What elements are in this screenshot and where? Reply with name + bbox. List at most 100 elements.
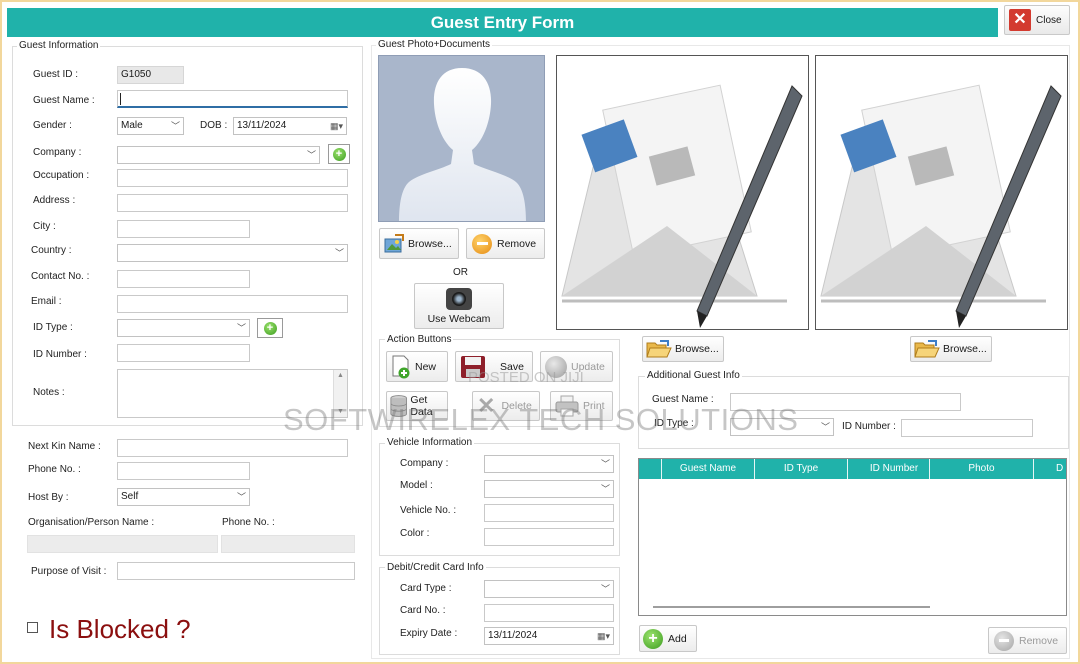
expiry-label: Expiry Date :: [400, 628, 458, 639]
chevron-down-icon: ﹀: [600, 459, 610, 469]
city-label: City :: [33, 221, 56, 232]
photo-remove-button[interactable]: Remove: [466, 228, 545, 259]
kin-phone-label: Phone No. :: [28, 464, 81, 475]
envelope-pen-icon: [820, 84, 1062, 328]
card-type-select[interactable]: ﹀: [484, 580, 614, 598]
scroll-up-icon[interactable]: ▲: [337, 372, 344, 379]
close-label: Close: [1036, 14, 1062, 26]
remove-icon: [994, 630, 1014, 651]
gender-select[interactable]: Male ﹀: [117, 117, 184, 135]
vehicle-model-label: Model :: [400, 480, 433, 491]
org-name-field: [27, 535, 218, 553]
org-phone-field: [221, 535, 355, 553]
id-number-input[interactable]: [117, 344, 250, 362]
calendar-dropdown-icon[interactable]: ▦▾: [597, 628, 610, 644]
add-icon: +: [643, 628, 663, 649]
address-input[interactable]: [117, 194, 348, 212]
card-no-input[interactable]: [484, 604, 614, 622]
additional-id-number-input[interactable]: [901, 419, 1033, 437]
card-no-label: Card No. :: [400, 605, 446, 616]
notes-label: Notes :: [33, 387, 65, 398]
vehicle-model-select[interactable]: ﹀: [484, 480, 614, 498]
chevron-down-icon: ﹀: [600, 584, 610, 594]
new-document-icon: [392, 355, 410, 378]
occupation-input[interactable]: [117, 169, 348, 187]
vehicle-company-select[interactable]: ﹀: [484, 455, 614, 473]
document-image-1: [556, 55, 809, 330]
vehicle-color-input[interactable]: [484, 528, 614, 546]
email-label: Email :: [31, 296, 62, 307]
calendar-dropdown-icon[interactable]: ▦▾: [330, 118, 343, 134]
expiry-value: 13/11/2024: [488, 630, 538, 641]
id-type-select[interactable]: ﹀: [117, 319, 250, 337]
chevron-down-icon: ﹀: [236, 492, 246, 502]
card-info-title: Debit/Credit Card Info: [385, 562, 486, 573]
chevron-down-icon: ﹀: [170, 121, 180, 131]
vehicle-color-label: Color :: [400, 528, 430, 539]
remove-guest-label: Remove: [1019, 634, 1059, 647]
column-header-id-type[interactable]: ID Type: [754, 459, 847, 479]
column-header-id-number[interactable]: ID Number: [847, 459, 940, 479]
expiry-datepicker[interactable]: 13/11/2024 ▦▾: [484, 627, 614, 645]
card-type-label: Card Type :: [400, 583, 452, 594]
document-1-browse-button[interactable]: Browse...: [642, 336, 724, 362]
org-label: Organisation/Person Name :: [28, 517, 155, 528]
use-webcam-button[interactable]: Use Webcam: [414, 283, 504, 329]
document-1-browse-label: Browse...: [675, 343, 719, 355]
add-id-type-button[interactable]: +: [257, 318, 283, 338]
purpose-label: Purpose of Visit :: [31, 566, 107, 577]
close-icon: ✕: [1009, 9, 1031, 31]
add-icon: +: [263, 321, 277, 335]
remove-icon: [472, 233, 492, 254]
chevron-down-icon: ﹀: [600, 484, 610, 494]
company-select[interactable]: ﹀: [117, 146, 320, 164]
blocked-checkbox[interactable]: [27, 622, 38, 633]
dob-label: DOB :: [200, 120, 228, 131]
envelope-pen-icon: [561, 84, 803, 328]
column-header-photo[interactable]: Photo: [929, 459, 1033, 479]
guest-name-input[interactable]: [117, 90, 348, 108]
new-button[interactable]: New: [386, 351, 448, 382]
add-guest-button[interactable]: + Add: [639, 625, 697, 652]
person-silhouette-icon: [399, 68, 526, 221]
vehicle-no-input[interactable]: [484, 504, 614, 522]
add-icon: +: [332, 147, 346, 161]
dob-datepicker[interactable]: 13/11/2024 ▦▾: [233, 117, 347, 135]
add-guest-label: Add: [668, 632, 687, 645]
contact-input[interactable]: [117, 270, 250, 288]
org-phone-label: Phone No. :: [222, 517, 275, 528]
window-title: Guest Entry Form: [7, 8, 998, 37]
column-header-d[interactable]: D: [1033, 459, 1066, 479]
city-input[interactable]: [117, 220, 250, 238]
blocked-label: Is Blocked ?: [49, 614, 191, 644]
email-input[interactable]: [117, 295, 348, 313]
additional-id-number-label: ID Number :: [842, 421, 896, 432]
dob-value: 13/11/2024: [237, 120, 287, 131]
id-type-label: ID Type :: [33, 322, 73, 333]
country-select[interactable]: ﹀: [117, 244, 348, 262]
company-watermark: SOFTWIRELEX TECH SOLUTIONS: [283, 402, 799, 437]
column-header-guest-name[interactable]: Guest Name: [661, 459, 754, 479]
webcam-icon: [446, 287, 472, 310]
purpose-input[interactable]: [117, 562, 355, 580]
row-header-cell: [639, 459, 661, 479]
chevron-down-icon: ﹀: [334, 248, 344, 258]
action-buttons-title: Action Buttons: [385, 334, 454, 345]
remove-guest-button[interactable]: Remove: [988, 627, 1067, 654]
image-browse-icon: [384, 233, 404, 252]
additional-guests-table[interactable]: Guest Name ID Type ID Number Photo D: [638, 458, 1067, 616]
document-2-browse-button[interactable]: Browse...: [910, 336, 992, 362]
guest-info-title: Guest Information: [17, 40, 101, 51]
photo-browse-button[interactable]: Browse...: [379, 228, 459, 259]
next-kin-input[interactable]: [117, 439, 348, 457]
add-company-button[interactable]: +: [328, 144, 350, 164]
document-image-2: [815, 55, 1068, 330]
vehicle-info-title: Vehicle Information: [385, 437, 475, 448]
close-button[interactable]: ✕ Close: [1004, 5, 1070, 35]
kin-phone-input[interactable]: [117, 462, 250, 480]
folder-open-icon: [914, 340, 940, 358]
host-by-select[interactable]: Self ﹀: [117, 488, 250, 506]
horizontal-scrollbar[interactable]: [653, 606, 930, 608]
address-label: Address :: [33, 195, 76, 206]
gender-label: Gender :: [33, 120, 72, 131]
